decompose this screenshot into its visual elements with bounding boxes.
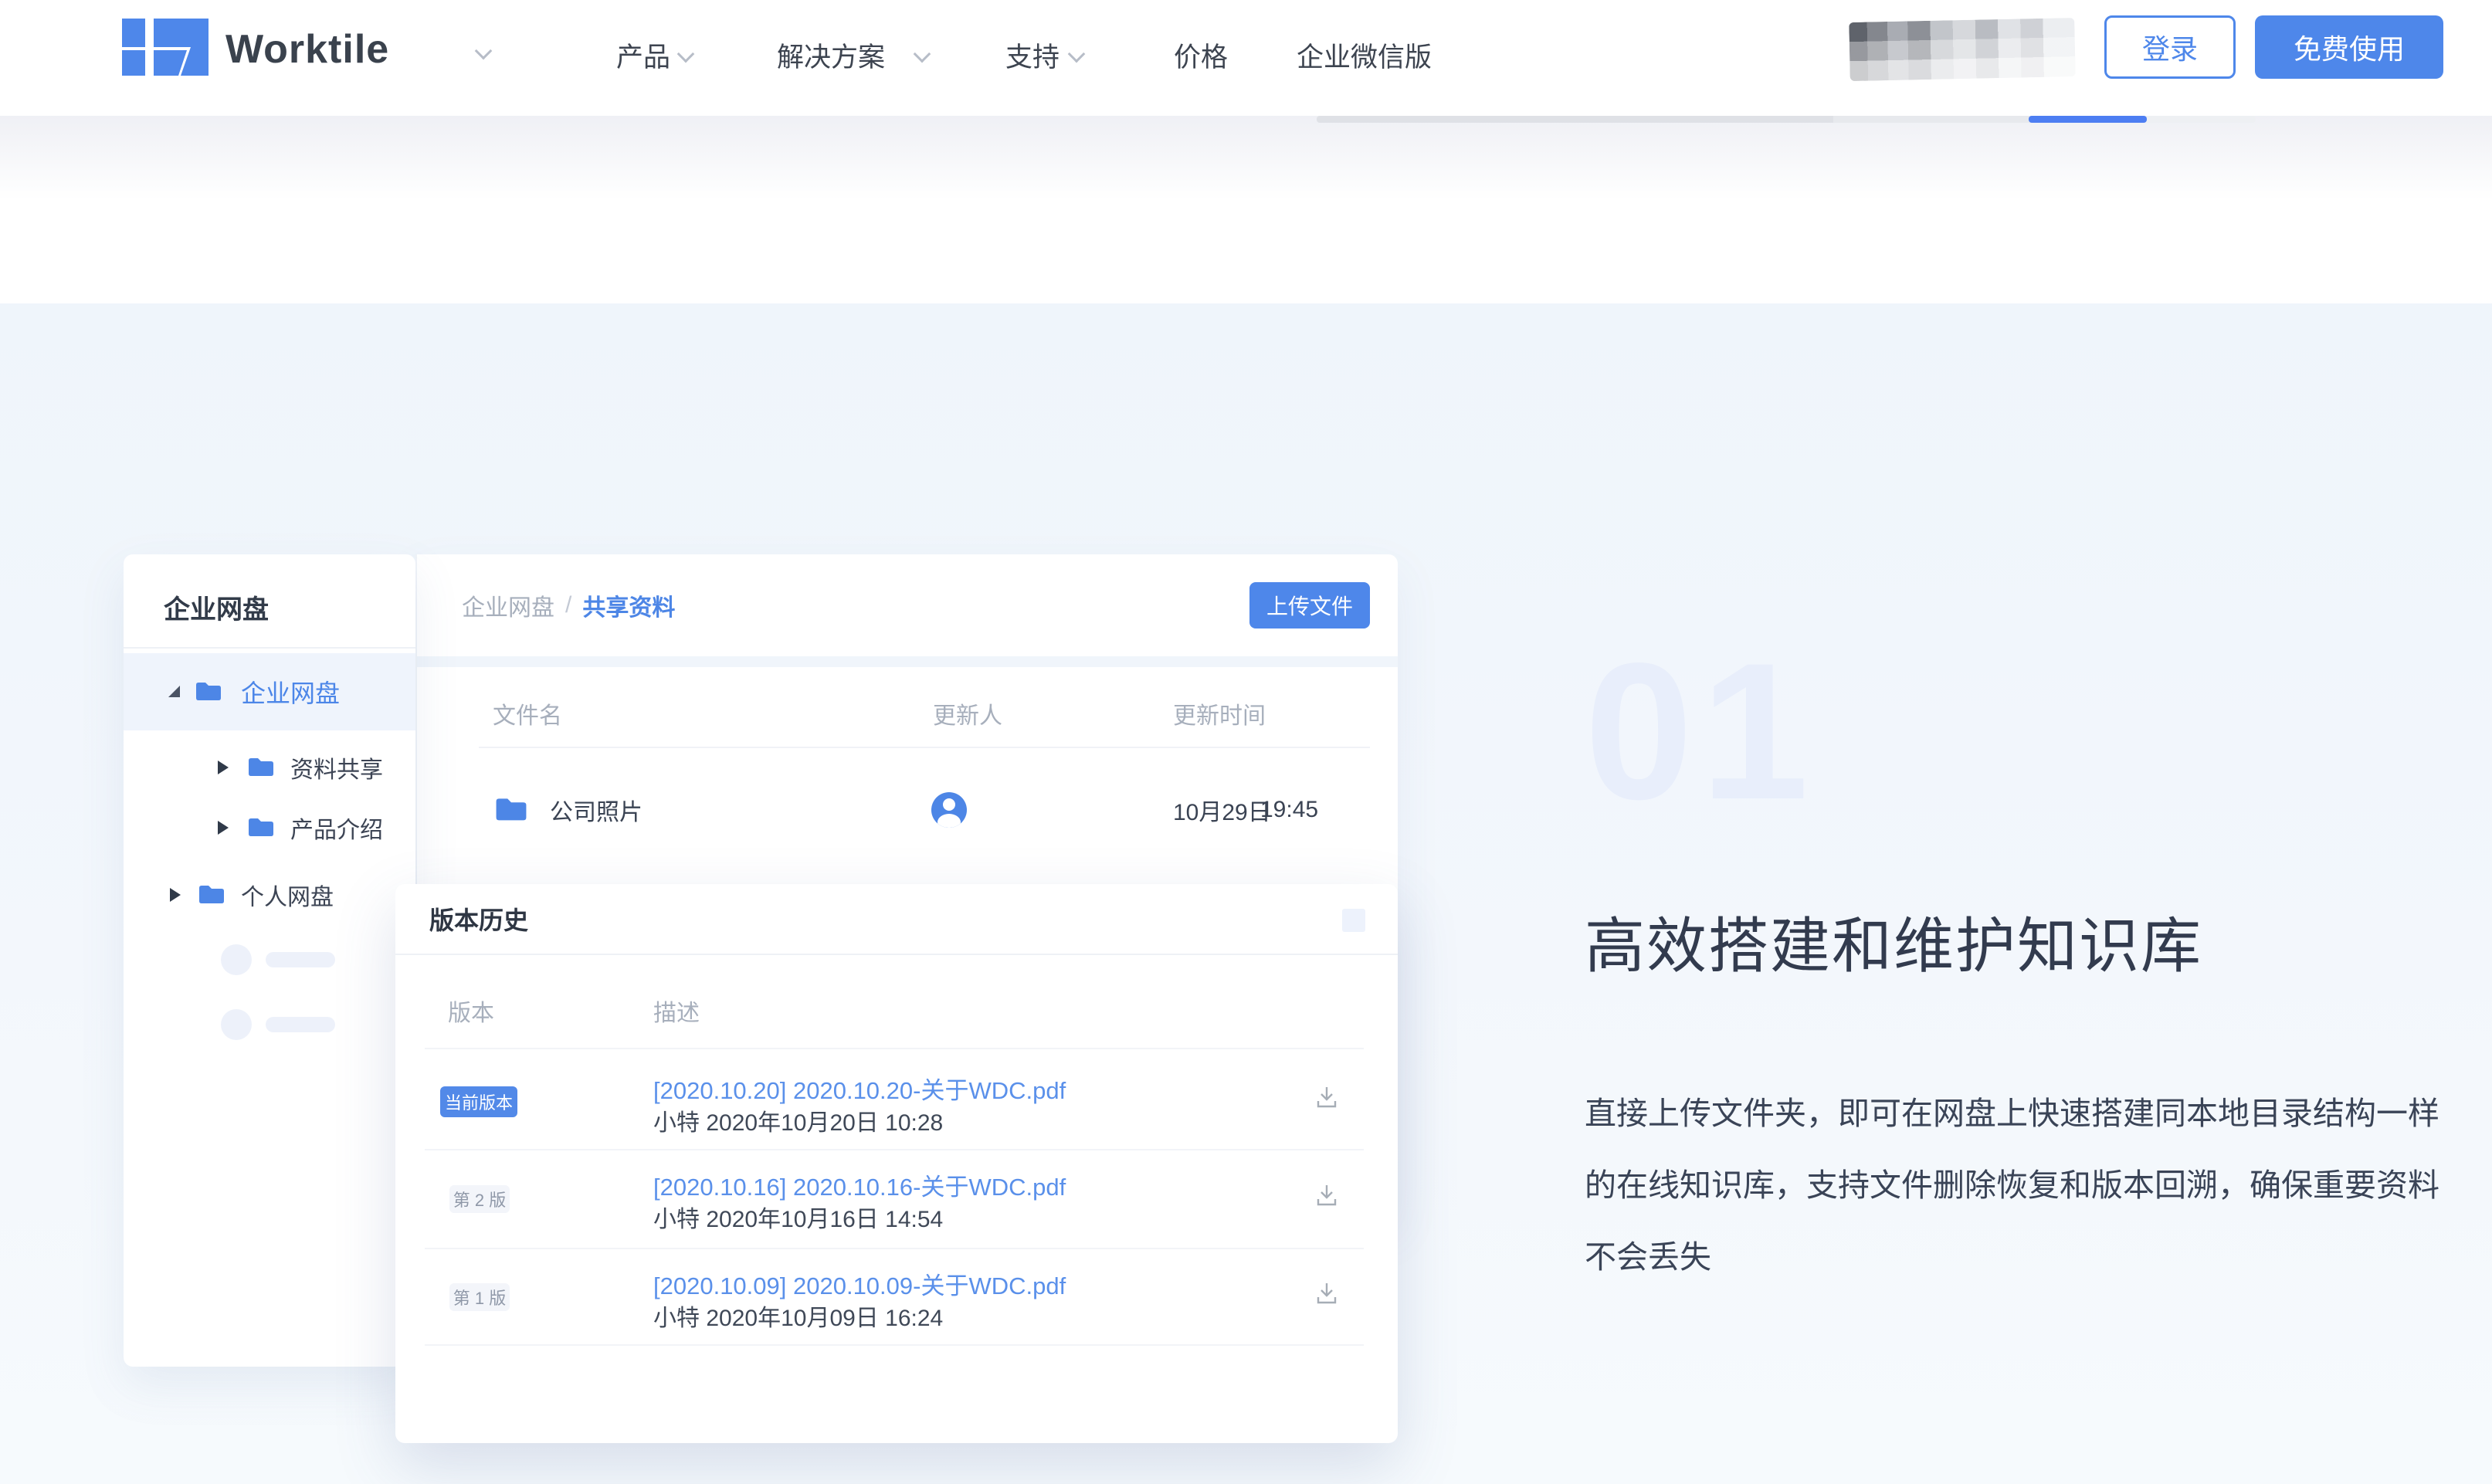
tree-item-product-intro[interactable]: 产品介绍 [124, 795, 415, 860]
updater-avatar [931, 792, 967, 828]
nav-item-solutions[interactable]: 解决方案 [777, 36, 885, 80]
modal-title: 版本历史 [429, 884, 528, 954]
skeleton-circle [221, 1009, 252, 1040]
feature-index-watermark: 01 [1585, 635, 1816, 829]
skeleton-bar [266, 1017, 335, 1032]
column-header-description: 描述 [653, 995, 700, 1032]
version-badge: 第 2 版 [449, 1185, 510, 1213]
upload-file-button[interactable]: 上传文件 [1249, 582, 1370, 628]
products-chevron-down-icon [677, 46, 695, 63]
tree-item-label: 企业网盘 [241, 674, 340, 710]
tree-item-enterprise-disk[interactable]: 企业网盘 [124, 653, 415, 730]
breadcrumb-separator: / [565, 592, 571, 618]
breadcrumb-current[interactable]: 共享资料 [582, 588, 675, 622]
download-icon[interactable] [1313, 1181, 1341, 1209]
tree-item-label: 产品介绍 [290, 811, 383, 845]
skeleton-bar [266, 952, 335, 967]
free-trial-button[interactable]: 免费使用 [2255, 15, 2443, 79]
column-header-updater: 更新人 [933, 698, 1002, 735]
column-header-updated-time: 更新时间 [1173, 698, 1266, 735]
feature-description: 直接上传文件夹，即可在网盘上快速搭建同本地目录结构一样的在线知识库，支持文件删除… [1585, 1078, 2450, 1293]
caret-collapsed-icon[interactable] [170, 888, 181, 902]
hero-edge-strip [1317, 116, 2256, 123]
column-header-filename: 文件名 [493, 698, 562, 735]
tree-item-label: 资料共享 [290, 750, 383, 784]
version-meta: 小特 2020年10月09日 16:24 [653, 1299, 943, 1333]
version-badge-current: 当前版本 [440, 1086, 517, 1117]
brand-wordmark[interactable]: Worktile [225, 26, 389, 73]
nav-item-products[interactable]: 产品 [616, 36, 670, 80]
table-row[interactable]: 公司照片 10月29日 19:45 [417, 774, 1398, 845]
row-divider [425, 1344, 1364, 1346]
row-divider [425, 1248, 1364, 1249]
breadcrumb: 企业网盘 / 共享资料 [462, 554, 675, 656]
tree-item-personal-disk[interactable]: 个人网盘 [124, 862, 415, 927]
version-history-modal: 版本历史 版本 描述 当前版本 [2020.10.20] 2020.10.20-… [395, 884, 1398, 1443]
sidebar-divider [124, 647, 415, 649]
top-navigation: Worktile 产品 解决方案 支持 价格 企业微信版 登录 免费使用 [0, 0, 2492, 116]
column-header-version: 版本 [448, 995, 494, 1032]
nav-item-pricing[interactable]: 价格 [1174, 36, 1228, 80]
updated-time: 19:45 [1260, 797, 1318, 823]
tree-item-shared-docs[interactable]: 资料共享 [124, 735, 415, 800]
version-meta: 小特 2020年10月20日 10:28 [653, 1103, 943, 1137]
row-divider [425, 1048, 1364, 1049]
folder-icon [494, 797, 528, 823]
table-header-divider [479, 747, 1370, 748]
version-badge: 第 1 版 [449, 1283, 510, 1311]
window-control-placeholder[interactable] [1342, 909, 1365, 932]
folder-icon [247, 757, 275, 778]
updated-date: 10月29日 [1173, 793, 1271, 827]
netdisk-sidebar-panel: 企业网盘 企业网盘 资料共享 产品介绍 个人网盘 [124, 554, 415, 1367]
login-button[interactable]: 登录 [2104, 15, 2236, 79]
caret-collapsed-icon[interactable] [218, 821, 229, 835]
subhero-band [0, 116, 2492, 303]
skeleton-circle [221, 944, 252, 975]
solutions-chevron-down-icon [914, 46, 931, 63]
hero-edge-strip-blue [2029, 116, 2147, 123]
modal-header-divider [395, 954, 1398, 955]
sidebar-title: 企业网盘 [164, 588, 269, 626]
caret-collapsed-icon[interactable] [218, 761, 229, 774]
skeleton-row [124, 992, 415, 1057]
version-meta: 小特 2020年10月16日 14:54 [653, 1200, 943, 1234]
feature-title: 高效搭建和维护知识库 [1585, 898, 2202, 984]
brand-chevron-down-icon[interactable] [475, 42, 493, 60]
skeleton-row [124, 927, 415, 992]
download-icon[interactable] [1313, 1083, 1341, 1111]
tree-item-label: 个人网盘 [241, 878, 334, 912]
support-chevron-down-icon [1068, 46, 1086, 63]
blurred-phone-number [1849, 18, 2076, 81]
nav-item-wechat-work[interactable]: 企业微信版 [1297, 36, 1432, 80]
panel-gap-band [417, 656, 1398, 667]
caret-expanded-icon[interactable] [168, 686, 180, 697]
folder-icon [198, 884, 225, 906]
row-divider [425, 1149, 1364, 1150]
version-file-link[interactable]: [2020.10.16] 2020.10.16-关于WDC.pdf [653, 1167, 1066, 1202]
breadcrumb-root[interactable]: 企业网盘 [462, 588, 554, 622]
folder-icon [195, 681, 222, 703]
nav-item-support[interactable]: 支持 [1005, 36, 1060, 80]
version-file-link[interactable]: [2020.10.20] 2020.10.20-关于WDC.pdf [653, 1071, 1066, 1106]
version-file-link[interactable]: [2020.10.09] 2020.10.09-关于WDC.pdf [653, 1266, 1066, 1301]
page: Worktile 产品 解决方案 支持 价格 企业微信版 登录 免费使用 企业网… [0, 0, 2492, 1484]
worktile-logo-icon[interactable] [122, 19, 209, 76]
folder-icon [247, 817, 275, 839]
download-icon[interactable] [1313, 1279, 1341, 1307]
file-name[interactable]: 公司照片 [550, 793, 642, 827]
